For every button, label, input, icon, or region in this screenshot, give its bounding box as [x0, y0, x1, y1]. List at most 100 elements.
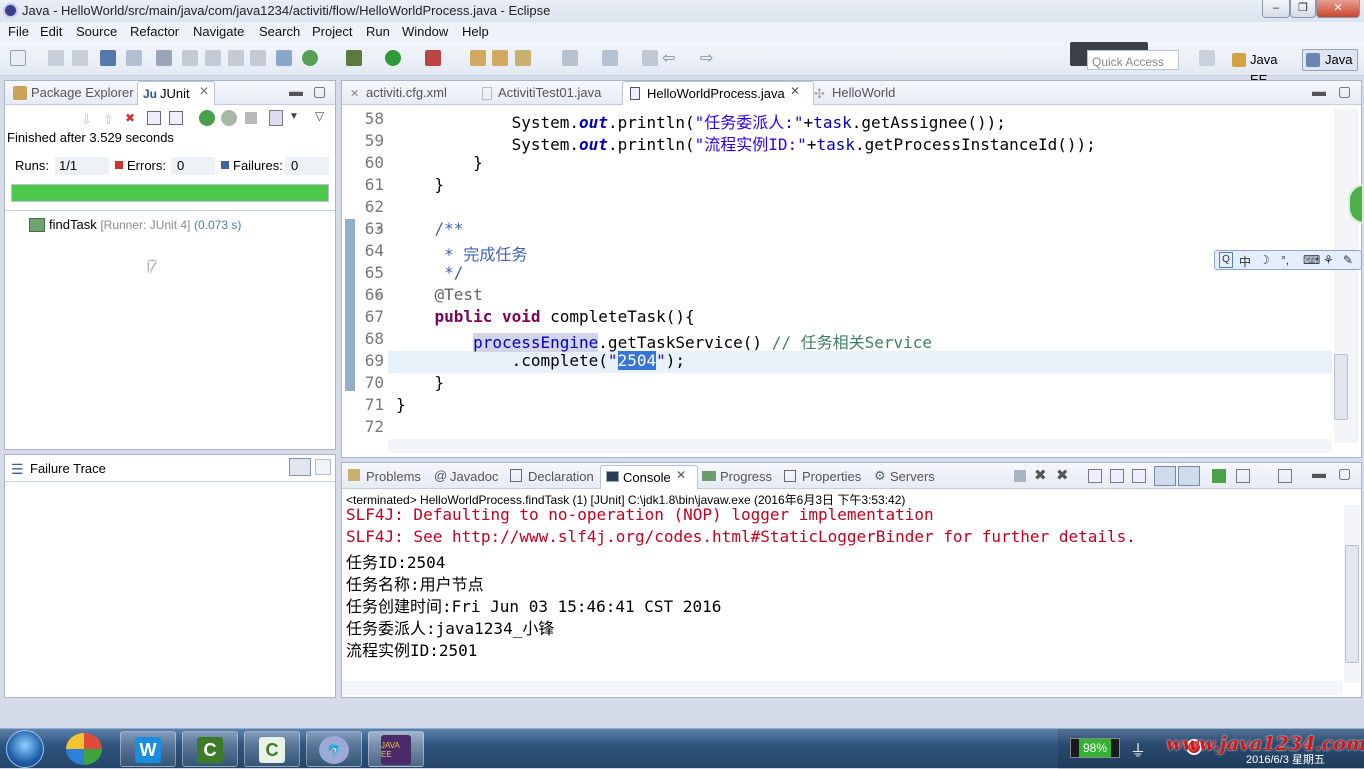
- save-icon[interactable]: [48, 50, 64, 66]
- menu-run[interactable]: Run: [366, 24, 390, 39]
- editor-vertical-scrollbar[interactable]: [1334, 109, 1358, 443]
- back-icon[interactable]: ⇦: [662, 48, 675, 68]
- editor-horizontal-scrollbar[interactable]: [388, 439, 1332, 453]
- refresh-icon[interactable]: [302, 50, 318, 66]
- remove-launch-icon[interactable]: ✖: [1034, 466, 1047, 484]
- fold-icon[interactable]: ⊖: [377, 290, 383, 301]
- scroll-lock-icon[interactable]: [1110, 469, 1124, 483]
- show-stderr-icon[interactable]: [1178, 466, 1200, 486]
- minimize-view-icon[interactable]: ▬: [289, 83, 303, 99]
- remove-all-icon[interactable]: ✖: [1056, 466, 1069, 484]
- taskbar-app[interactable]: C: [182, 731, 238, 767]
- maximize-view-icon[interactable]: ▢: [313, 83, 326, 100]
- menu-edit[interactable]: Edit: [40, 24, 62, 39]
- open-type-icon[interactable]: [515, 50, 531, 66]
- fold-icon[interactable]: ⊖: [377, 224, 383, 235]
- minimize-button[interactable]: –: [1262, 0, 1290, 18]
- scroll-lock-icon[interactable]: [147, 111, 161, 125]
- stop-icon[interactable]: [245, 112, 257, 124]
- run-icon[interactable]: [385, 50, 401, 66]
- failures-only-icon[interactable]: ✖: [125, 111, 139, 125]
- open-console-icon[interactable]: [1278, 469, 1292, 483]
- scrollbar-thumb[interactable]: [1345, 545, 1359, 663]
- tool3-icon[interactable]: [228, 50, 244, 66]
- tab-javadoc[interactable]: Javadoc: [444, 465, 504, 489]
- close-button[interactable]: ✕: [1316, 0, 1360, 18]
- menu-help[interactable]: Help: [462, 24, 489, 39]
- close-tab-icon[interactable]: ✕: [790, 84, 800, 98]
- debug-icon[interactable]: [346, 50, 362, 66]
- ime-punct-icon[interactable]: °,: [1281, 253, 1289, 267]
- maximize-view-icon[interactable]: ▢: [1338, 83, 1351, 100]
- expand-icon[interactable]: [169, 111, 183, 125]
- console-horizontal-scrollbar[interactable]: [342, 681, 1342, 695]
- next-annotation-icon[interactable]: [562, 50, 578, 66]
- word-wrap-icon[interactable]: [1132, 469, 1146, 483]
- toggle-icon[interactable]: [126, 50, 142, 66]
- maximize-button[interactable]: ❐: [1290, 0, 1316, 18]
- tab-properties[interactable]: Properties: [796, 465, 867, 489]
- tab-activitiTest01[interactable]: ActivitiTest01.java: [478, 81, 607, 105]
- show-stdout-icon[interactable]: [1154, 466, 1176, 486]
- tab-problems[interactable]: Problems: [360, 465, 427, 489]
- next-failure-icon[interactable]: ⇩: [81, 112, 95, 127]
- close-tab-icon[interactable]: ✕: [676, 468, 686, 482]
- new-icon[interactable]: [10, 50, 26, 66]
- tool4-icon[interactable]: [250, 50, 266, 66]
- console-vertical-scrollbar[interactable]: [1344, 505, 1360, 683]
- ime-chinese[interactable]: 中: [1239, 253, 1251, 270]
- mark-icon[interactable]: [156, 50, 172, 66]
- ime-toolbar[interactable]: Q 中 ☽ °, ⌨ ⚘ ✎: [1214, 250, 1362, 270]
- tab-servers[interactable]: Servers: [884, 465, 941, 489]
- power-plug-icon[interactable]: ⏚: [1130, 737, 1146, 761]
- quick-access-input[interactable]: Quick Access: [1087, 50, 1179, 70]
- menu-navigate[interactable]: Navigate: [193, 24, 244, 39]
- tab-declaration[interactable]: Declaration: [522, 465, 600, 489]
- external-tools-icon[interactable]: [425, 50, 441, 66]
- prev-failure-icon[interactable]: ⇧: [103, 112, 117, 127]
- test-item-findtask[interactable]: findTask [Runner: JUnit 4] (0.073 s): [49, 217, 241, 232]
- rerun-icon[interactable]: [199, 110, 215, 126]
- taskbar-app[interactable]: 🐬: [306, 731, 362, 767]
- battery-indicator[interactable]: 98%: [1070, 738, 1120, 758]
- terminal-icon[interactable]: [100, 50, 116, 66]
- new-package-icon[interactable]: [470, 50, 486, 66]
- tab-activiti-cfg[interactable]: activiti.cfg.xml: [346, 81, 453, 105]
- taskbar-app[interactable]: C: [244, 731, 300, 767]
- clear-console-icon[interactable]: [1088, 469, 1102, 483]
- tool2-icon[interactable]: [205, 50, 221, 66]
- terminate-icon[interactable]: [1014, 470, 1026, 482]
- rerun-failed-icon[interactable]: [221, 110, 237, 126]
- ime-settings-icon[interactable]: ✎: [1343, 253, 1353, 267]
- code-area[interactable]: 58 59 60 61 62 63 64 65 66 67 68 69 70 7…: [342, 107, 1332, 451]
- forward-icon[interactable]: ⇨: [700, 48, 713, 68]
- last-edit-icon[interactable]: [642, 50, 658, 66]
- menu-file[interactable]: File: [8, 24, 29, 39]
- pin-console-icon[interactable]: [1212, 469, 1226, 483]
- compare-icon[interactable]: [315, 459, 331, 475]
- history-dropdown-icon[interactable]: ▼: [289, 111, 299, 122]
- taskbar-app[interactable]: W: [120, 731, 176, 767]
- menu-refactor[interactable]: Refactor: [130, 24, 179, 39]
- server-icon[interactable]: [276, 50, 292, 66]
- taskbar-app-eclipse[interactable]: JAVA EE: [368, 731, 424, 767]
- menu-source[interactable]: Source: [76, 24, 117, 39]
- tab-package-explorer[interactable]: Package Explorer: [9, 81, 140, 105]
- minimize-view-icon[interactable]: ▬: [1312, 83, 1326, 99]
- ime-skin-icon[interactable]: ⚘: [1323, 253, 1334, 267]
- prev-annotation-icon[interactable]: [602, 50, 618, 66]
- tab-progress[interactable]: Progress: [714, 465, 778, 489]
- maximize-view-icon[interactable]: ▢: [1338, 465, 1351, 482]
- menu-project[interactable]: Project: [312, 24, 352, 39]
- history-icon[interactable]: [269, 110, 283, 126]
- save-all-icon[interactable]: [72, 50, 88, 66]
- tool-icon[interactable]: [182, 50, 198, 66]
- open-perspective-icon[interactable]: [1199, 50, 1215, 66]
- display-console-icon[interactable]: [1236, 469, 1250, 483]
- filter-stack-icon[interactable]: [289, 458, 311, 476]
- view-menu-icon[interactable]: ▽: [315, 109, 324, 123]
- tab-helloworldprocess[interactable]: HelloWorldProcess.java: [622, 81, 814, 105]
- start-button-icon[interactable]: [6, 730, 44, 768]
- menu-window[interactable]: Window: [402, 24, 448, 39]
- minimize-view-icon[interactable]: ▬: [1312, 465, 1326, 481]
